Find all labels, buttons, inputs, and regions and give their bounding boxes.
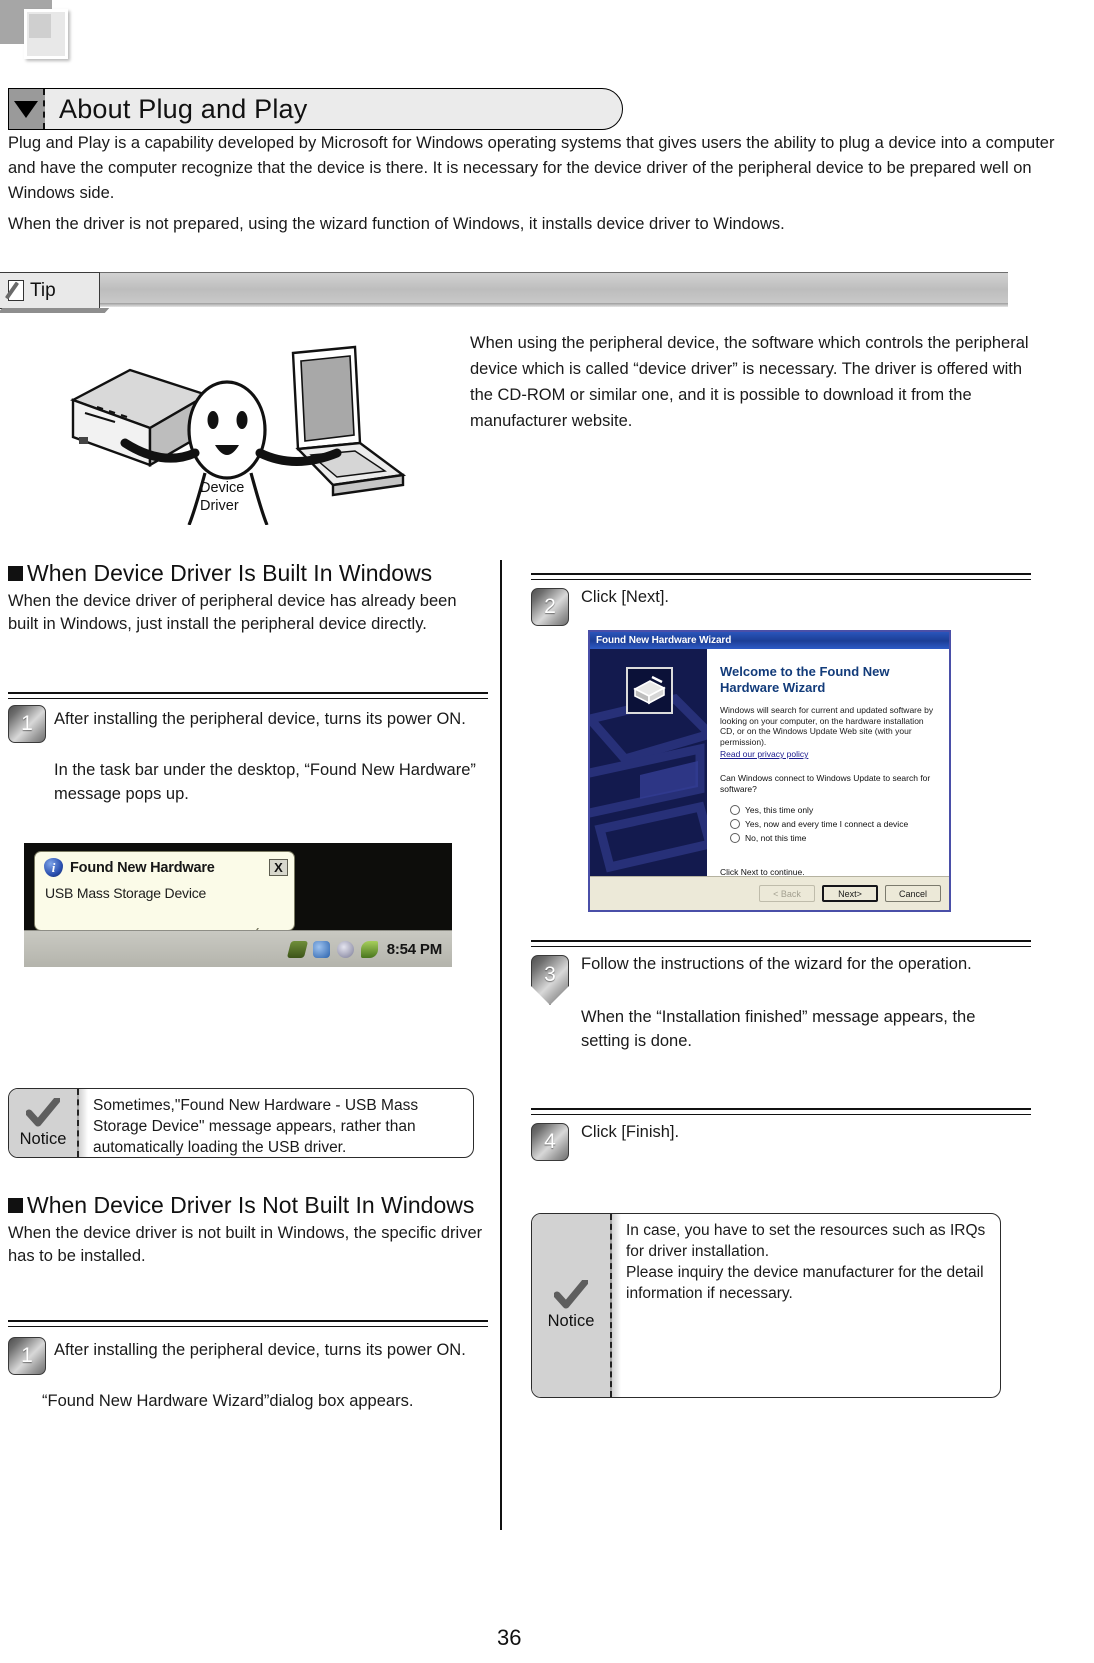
step-number-badge: 3 [531,955,569,1005]
intro-paragraph-1: Plug and Play is a capability developed … [8,134,1055,202]
wizard-radio-option-1-label: Yes, this time only [745,805,814,815]
tray-network-icon[interactable] [312,940,330,958]
step-3-text-line2: When the “Installation finished” message… [581,1008,976,1050]
step-number-badge: 1 [8,1337,46,1375]
balloon-title: Found New Hardware [70,859,215,876]
wizard-back-button[interactable]: < Back [759,885,815,902]
heading-driver-built-in-label: When Device Driver Is Built In Windows [27,560,433,586]
balloon-title-row: i Found New Hardware X [44,858,288,877]
step-1b-text-line1: After installing the peripheral device, … [54,1341,466,1359]
radio-icon[interactable] [730,819,740,829]
notice-label: Notice [547,1312,595,1330]
wizard-radio-option-2-label: Yes, now and every time I connect a devi… [745,819,909,829]
wizard-radio-option-2[interactable]: Yes, now and every time I connect a devi… [720,817,939,831]
wizard-next-button[interactable]: Next> [822,885,878,902]
section-rule [531,940,1031,947]
wizard-title-bar: Found New Hardware Wizard [590,632,949,649]
wizard-banner [590,649,707,877]
step-number-badge: 2 [531,588,569,626]
notice-label: Notice [19,1129,67,1148]
step-number-badge: 1 [8,705,46,743]
screenshot-found-new-hardware-balloon: i Found New Hardware X USB Mass Storage … [24,843,452,967]
wizard-paragraph: Windows will search for current and upda… [720,705,934,747]
tray-usb-icon[interactable] [286,940,308,958]
info-icon: i [44,858,63,877]
step-1b-text-line2: “Found New Hardware Wizard”dialog box ap… [42,1392,414,1410]
corner-mark-sheet-icon [24,9,68,59]
notice-text: In case, you have to set the resources s… [612,1214,1000,1397]
step-1-not-built-in: 1 After installing the peripheral device… [8,1333,488,1443]
system-tray [286,940,378,958]
section-rule [8,692,488,699]
step-2: 2 Click [Next]. [531,588,1031,628]
wizard-question: Can Windows connect to Windows Update to… [720,773,931,794]
step-1-text-line2: In the task bar under the desktop, “Foun… [54,761,476,803]
section-rule [8,1320,488,1327]
notice-text: Sometimes,"Found New Hardware - USB Mass… [93,1097,419,1156]
step-1-built-in: 1 After installing the peripheral device… [8,705,488,825]
step-4-text: Click [Finish]. [581,1123,680,1141]
wizard-footer: < Back Next> Cancel [590,876,949,910]
notice-text-line2: Please inquiry the device manufacturer f… [626,1264,984,1302]
section-rule [531,573,1031,580]
paragraph-driver-not-built-in: When the device driver is not built in W… [8,1224,483,1265]
step-3-text-line1: Follow the instructions of the wizard fo… [581,955,972,973]
wizard-content: Welcome to the Found New Hardware Wizard… [707,649,949,877]
heading-driver-not-built-in-label: When Device Driver Is Not Built In Windo… [27,1192,475,1218]
tip-tab: Tip [0,272,100,309]
wizard-cancel-button[interactable]: Cancel [885,885,941,902]
tip-band [0,272,1008,307]
notice-box-resources: Notice In case, you have to set the reso… [531,1213,1001,1398]
step-number-badge: 4 [531,1123,569,1161]
column-divider [500,560,502,1530]
triangle-down-icon [9,89,45,129]
tray-safely-remove-icon[interactable] [360,940,378,958]
page-title: About Plug and Play [59,93,308,124]
heading-driver-not-built-in: When Device Driver Is Not Built In Windo… [8,1192,474,1219]
section-rule [531,1108,1031,1115]
step-1-text-line1: After installing the peripheral device, … [54,710,466,728]
taskbar: 8:54 PM [24,930,452,967]
taskbar-clock[interactable]: 8:54 PM [387,941,442,958]
document-page: About Plug and Play Plug and Play is a c… [0,0,1094,1663]
wizard-device-icon [626,667,673,714]
check-mark-icon [554,1280,588,1309]
check-mark-icon [26,1097,60,1126]
step-2-text: Click [Next]. [581,588,670,606]
paragraph-driver-built-in: When the device driver of peripheral dev… [8,592,457,633]
wizard-radio-option-1[interactable]: Yes, this time only [720,803,939,817]
screenshot-found-new-hardware-wizard: Found New Hardware Wizard Welcome to the… [588,630,951,912]
heading-driver-built-in: When Device Driver Is Built In Windows [8,560,432,587]
balloon-popup: i Found New Hardware X USB Mass Storage … [34,851,295,931]
tray-clock-sync-icon[interactable] [336,940,354,958]
step-3: 3 Follow the instructions of the wizard … [531,955,1041,1075]
wizard-privacy-link[interactable]: Read our privacy policy [720,749,939,759]
device-driver-caption: Device Driver [200,479,244,515]
notice-side: Notice [532,1214,621,1397]
step-4: 4 Click [Finish]. [531,1123,1031,1168]
page-number: 36 [497,1625,522,1650]
device-driver-caption-line1: Device [200,480,245,496]
close-icon[interactable]: X [269,859,288,876]
wizard-radio-option-3-label: No, not this time [745,833,807,843]
note-pencil-icon [4,279,28,303]
radio-icon[interactable] [730,833,740,843]
tip-label: Tip [30,279,56,301]
tip-text: When using the peripheral device, the so… [470,334,1029,430]
bullet-square-icon [8,1198,23,1213]
notice-box-usb-driver: Notice Sometimes,"Found New Hardware - U… [8,1088,474,1158]
notice-text-line1: In case, you have to set the resources s… [626,1222,986,1260]
bullet-square-icon [8,566,23,581]
notice-side: Notice [9,1089,88,1157]
device-driver-caption-line2: Driver [200,498,239,514]
wizard-heading: Welcome to the Found New Hardware Wizard [720,664,890,695]
section-title-bar: About Plug and Play [8,88,623,130]
wizard-body: Welcome to the Found New Hardware Wizard… [590,649,949,877]
wizard-radio-option-3[interactable]: No, not this time [720,831,939,845]
radio-icon[interactable] [730,805,740,815]
intro-paragraph-2: When the driver is not prepared, using t… [8,215,785,233]
balloon-body-text: USB Mass Storage Device [45,885,207,901]
